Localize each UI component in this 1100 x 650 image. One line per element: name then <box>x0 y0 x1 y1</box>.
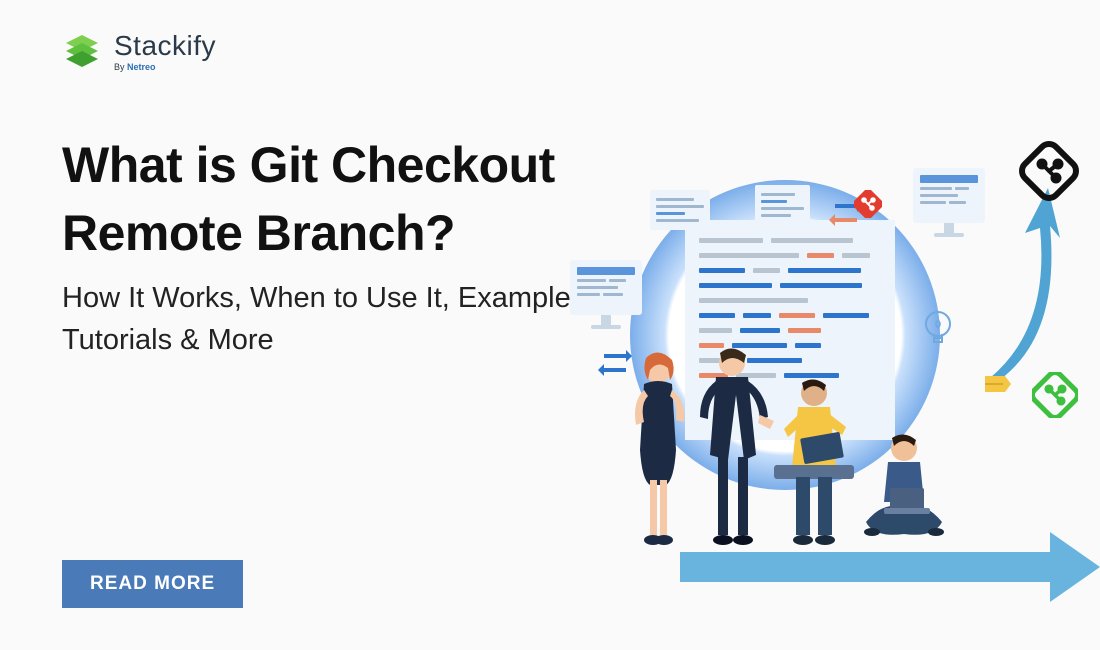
page-subtitle: How It Works, When to Use It, Examples, … <box>62 277 622 361</box>
read-more-button[interactable]: READ MORE <box>62 560 243 608</box>
hero-text: What is Git Checkout Remote Branch? How … <box>62 132 622 361</box>
brand-logo: Stackify By Netreo <box>62 30 216 72</box>
hero-illustration <box>570 140 1100 620</box>
stackify-logo-icon <box>62 31 102 71</box>
small-doc-icon <box>755 185 810 225</box>
team-illustration <box>615 330 965 550</box>
git-icon <box>854 190 882 218</box>
person-icon <box>626 350 696 550</box>
small-doc-icon <box>650 190 710 230</box>
person-icon <box>696 345 774 550</box>
person-icon <box>774 375 864 550</box>
tag-icon <box>983 372 1013 396</box>
brand-name: Stackify <box>114 30 216 62</box>
page-title: What is Git Checkout Remote Branch? <box>62 132 622 267</box>
git-icon <box>1018 140 1080 202</box>
person-icon <box>854 430 954 550</box>
brand-byline: By Netreo <box>114 62 216 72</box>
monitor-icon <box>913 168 985 237</box>
monitor-icon <box>570 260 642 329</box>
git-icon <box>1032 372 1078 418</box>
brand-text: Stackify By Netreo <box>114 30 216 72</box>
